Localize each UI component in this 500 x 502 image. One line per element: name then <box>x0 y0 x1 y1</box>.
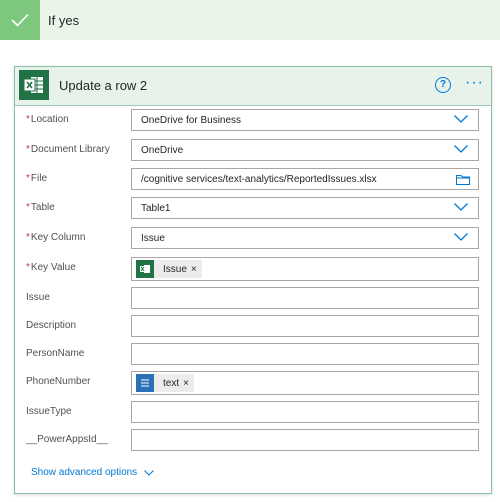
field-row-key-column: *Key Column Issue <box>15 227 491 251</box>
file-input[interactable]: /cognitive services/text-analytics/Repor… <box>131 168 479 190</box>
question-circle-icon[interactable]: ? <box>435 77 451 93</box>
field-row-issuetype: IssueType <box>15 401 491 425</box>
field-label: Issue <box>26 292 50 303</box>
location-dropdown[interactable]: OneDrive for Business <box>131 109 479 131</box>
chevron-down-icon <box>454 115 468 123</box>
field-label-text: Location <box>30 114 69 125</box>
field-value: /cognitive services/text-analytics/Repor… <box>141 173 377 185</box>
chevron-down-icon <box>454 233 468 241</box>
required-marker: * <box>26 232 30 243</box>
field-label: *Location <box>26 114 69 125</box>
folder-icon[interactable] <box>456 174 470 185</box>
field-row-phonenumber: PhoneNumber text × <box>15 371 491 395</box>
card-header[interactable]: Update a row 2 ? ··· <box>15 67 491 106</box>
field-row-table: *Table Table1 <box>15 197 491 221</box>
field-label-text: Issue <box>26 292 50 303</box>
field-row-powerappsid: __PowerAppsId__ <box>15 429 491 453</box>
field-label-text: IssueType <box>26 406 72 417</box>
table-dropdown[interactable]: Table1 <box>131 197 479 219</box>
token-remove-icon[interactable]: × <box>191 264 197 275</box>
key-value-input[interactable]: Issue × <box>131 257 479 281</box>
field-row-key-value: *Key Value Issue × <box>15 257 491 281</box>
card-title: Update a row 2 <box>59 78 148 93</box>
field-row-personname: PersonName <box>15 343 491 367</box>
field-label: *Key Value <box>26 262 76 273</box>
required-marker: * <box>26 114 30 125</box>
field-value: Issue <box>141 232 165 244</box>
field-row-description: Description <box>15 315 491 339</box>
text-analytics-icon <box>136 374 154 392</box>
field-label-text: Key Column <box>30 232 86 243</box>
condition-branch-header[interactable]: If yes <box>0 0 500 40</box>
field-row-location: *Location OneDrive for Business <box>15 109 491 133</box>
token-label: Issue <box>163 263 187 275</box>
chevron-down-icon <box>454 203 468 211</box>
field-label-text: PersonName <box>26 348 85 359</box>
field-label-text: File <box>30 173 48 184</box>
field-value: Table1 <box>141 202 171 214</box>
field-label: *Key Column <box>26 232 85 243</box>
field-label: IssueType <box>26 406 72 417</box>
issue-input[interactable] <box>131 287 479 309</box>
dynamic-content-token[interactable]: text × <box>136 374 194 392</box>
dynamic-content-token[interactable]: Issue × <box>136 260 202 278</box>
required-marker: * <box>26 144 30 155</box>
field-label-text: PhoneNumber <box>26 376 91 387</box>
personname-input[interactable] <box>131 343 479 365</box>
field-value: OneDrive for Business <box>141 114 242 126</box>
excel-icon <box>136 260 154 278</box>
field-label: Description <box>26 320 76 331</box>
issuetype-input[interactable] <box>131 401 479 423</box>
field-label: *Document Library <box>26 144 110 155</box>
field-row-issue: Issue <box>15 287 491 311</box>
field-label-text: Description <box>26 320 77 331</box>
key-column-dropdown[interactable]: Issue <box>131 227 479 249</box>
description-input[interactable] <box>131 315 479 337</box>
field-label-text: Key Value <box>30 262 76 273</box>
chevron-down-icon <box>144 469 155 476</box>
field-label-text: Table <box>30 202 55 213</box>
checkmark-icon <box>0 0 40 40</box>
token-label: text <box>163 377 180 389</box>
update-row-card: Update a row 2 ? ··· *Location OneDrive f… <box>14 66 492 494</box>
field-label: __PowerAppsId__ <box>26 434 108 445</box>
field-label-text: Document Library <box>30 144 110 155</box>
required-marker: * <box>26 173 30 184</box>
field-label-text: __PowerAppsId__ <box>26 434 108 445</box>
field-label: PhoneNumber <box>26 376 90 387</box>
required-marker: * <box>26 202 30 213</box>
phonenumber-input[interactable]: text × <box>131 371 479 395</box>
field-label: PersonName <box>26 348 84 359</box>
token-remove-icon[interactable]: × <box>183 378 189 389</box>
field-label: *File <box>26 173 47 184</box>
condition-branch-title: If yes <box>48 12 80 28</box>
document-library-dropdown[interactable]: OneDrive <box>131 139 479 161</box>
field-row-document-library: *Document Library OneDrive <box>15 139 491 163</box>
powerappsid-input[interactable] <box>131 429 479 451</box>
field-label: *Table <box>26 202 55 213</box>
field-row-file: *File/cognitive services/text-analytics/… <box>15 168 491 192</box>
ellipsis-icon[interactable]: ··· <box>465 75 484 91</box>
advanced-options-label: Show advanced options <box>31 467 138 478</box>
required-marker: * <box>26 262 30 273</box>
chevron-down-icon <box>454 145 468 153</box>
field-value: OneDrive <box>141 144 184 156</box>
excel-icon <box>19 70 49 100</box>
show-advanced-options-link[interactable]: Show advanced options <box>31 467 155 478</box>
